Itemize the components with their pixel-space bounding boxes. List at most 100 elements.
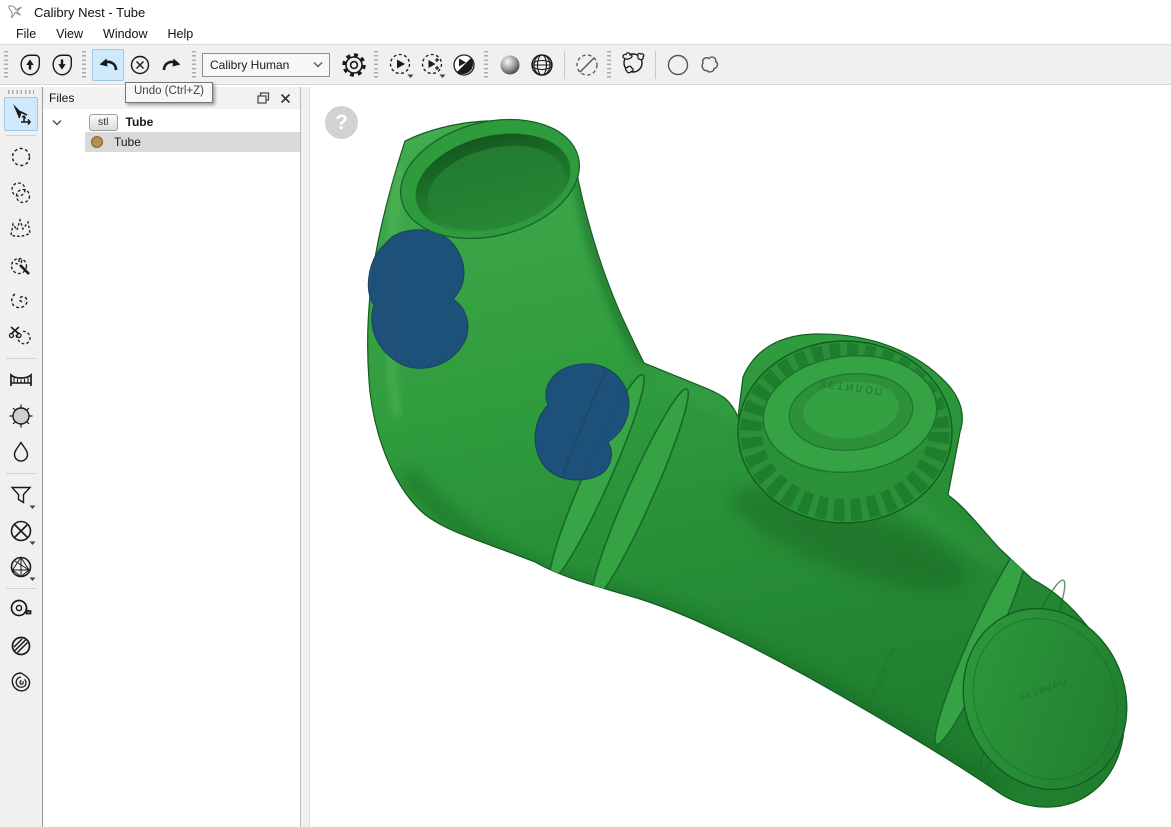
mesh-item-label: Tube [114, 135, 141, 149]
toolbar-divider [655, 51, 656, 79]
globe-icon [528, 51, 556, 79]
tool-simplify[interactable] [4, 514, 38, 548]
tool-select-transform[interactable] [4, 97, 38, 131]
screw-cap[interactable]: политэк [738, 341, 952, 523]
close-panel-button[interactable] [276, 90, 294, 106]
sphere-icon [497, 52, 523, 78]
menu-view[interactable]: View [46, 25, 93, 43]
cut-selection-icon [7, 323, 35, 351]
toolbar-grip[interactable] [374, 51, 378, 79]
tree-item-row-selected[interactable]: Tube [85, 132, 300, 152]
selection-patch-elbow[interactable] [368, 230, 468, 368]
circle-selection-icon [8, 144, 34, 170]
redo-button[interactable] [156, 49, 188, 81]
start-button[interactable] [384, 49, 416, 81]
sidebar-divider [6, 135, 36, 136]
menu-window[interactable]: Window [93, 25, 157, 43]
settings-button[interactable] [338, 49, 370, 81]
undo-button[interactable] [92, 49, 124, 81]
caret-down-icon [29, 577, 36, 582]
circle-tool-button[interactable] [662, 49, 694, 81]
tube-model[interactable]: политэк политэк политэк [310, 87, 1171, 827]
import-button[interactable] [14, 49, 46, 81]
tool-smooth[interactable] [4, 435, 38, 469]
tool-topology[interactable] [4, 665, 38, 699]
main-area: Files stl [0, 87, 1171, 827]
toolbar-grip[interactable] [192, 51, 196, 79]
wireframe-view-button[interactable] [526, 49, 558, 81]
undo-arrow-icon [95, 52, 121, 78]
file-group-label: Tube [126, 115, 154, 129]
water-drop-icon [8, 439, 34, 465]
brush-selection-icon [8, 180, 34, 206]
tool-freeform-selection[interactable] [4, 284, 38, 318]
toolbar-grip[interactable] [607, 51, 611, 79]
profile-select-value: Calibry Human [210, 58, 313, 72]
circle-icon [664, 51, 692, 79]
caret-down-icon [29, 541, 36, 546]
export-button[interactable] [46, 49, 78, 81]
blob-icon [696, 51, 724, 79]
sphere-blob-icon [618, 50, 648, 80]
tool-measure[interactable] [4, 593, 38, 627]
caret-down-icon [29, 505, 36, 510]
caret-down-icon [407, 74, 414, 79]
caret-down-icon [439, 74, 446, 79]
hummingbird-icon [7, 4, 25, 20]
help-button[interactable]: ? [325, 106, 358, 139]
smooth-surface-button[interactable] [617, 49, 649, 81]
toolbar-divider [564, 51, 565, 79]
profile-select[interactable]: Calibry Human [202, 53, 330, 77]
contour-spiral-icon [8, 669, 34, 695]
circle-x-icon [128, 53, 152, 77]
float-panel-button[interactable] [254, 90, 272, 106]
mesh-color-swatch [91, 136, 103, 148]
chevron-down-icon[interactable] [49, 119, 65, 126]
bridge-icon [7, 366, 35, 394]
tool-bridge[interactable] [4, 363, 38, 397]
toolbar-grip[interactable] [4, 51, 8, 79]
tool-brush-selection[interactable] [4, 176, 38, 210]
3d-viewport[interactable]: политэк политэк политэк ? [310, 87, 1171, 827]
shaded-view-button[interactable] [494, 49, 526, 81]
tool-circle-selection[interactable] [4, 140, 38, 174]
menu-help[interactable]: Help [158, 25, 204, 43]
tool-magic-wand-selection[interactable] [4, 248, 38, 282]
measure-tape-icon [7, 596, 35, 624]
slash-circle-icon [573, 51, 601, 79]
close-icon [280, 93, 291, 104]
start-add-button[interactable] [416, 49, 448, 81]
gear-icon [340, 51, 368, 79]
tool-texture[interactable] [4, 629, 38, 663]
panel-splitter[interactable] [301, 87, 310, 827]
sidebar-divider [6, 358, 36, 359]
shield-arrow-up-icon [17, 52, 43, 78]
freeform-selection-icon [7, 287, 35, 315]
tool-lasso-selection[interactable] [4, 212, 38, 246]
files-panel: Files stl [43, 87, 301, 827]
fill-holes-icon [7, 402, 35, 430]
undo-tooltip: Undo (Ctrl+Z) [125, 82, 213, 103]
tool-triangulate[interactable] [4, 550, 38, 584]
process-button[interactable] [448, 49, 480, 81]
cancel-button[interactable] [124, 49, 156, 81]
magic-wand-icon [7, 251, 35, 279]
file-format-badge: stl [89, 114, 118, 131]
no-texture-button[interactable] [571, 49, 603, 81]
tool-cut-selection[interactable] [4, 320, 38, 354]
sidebar-grip[interactable] [8, 90, 34, 94]
play-filled-icon [450, 51, 478, 79]
select-transform-icon [8, 101, 34, 127]
hatched-circle-icon [8, 633, 34, 659]
toolbar-grip[interactable] [82, 51, 86, 79]
title-bar: Calibry Nest - Tube [0, 0, 1171, 24]
sidebar-divider [6, 473, 36, 474]
menu-file[interactable]: File [6, 25, 46, 43]
toolbar-grip[interactable] [484, 51, 488, 79]
tree-group-row[interactable]: stl Tube [43, 112, 300, 132]
files-tree: stl Tube Tube [43, 109, 300, 152]
tool-filter[interactable] [4, 478, 38, 512]
window-title: Calibry Nest - Tube [34, 5, 145, 20]
tool-fill-holes[interactable] [4, 399, 38, 433]
blob-tool-button[interactable] [694, 49, 726, 81]
